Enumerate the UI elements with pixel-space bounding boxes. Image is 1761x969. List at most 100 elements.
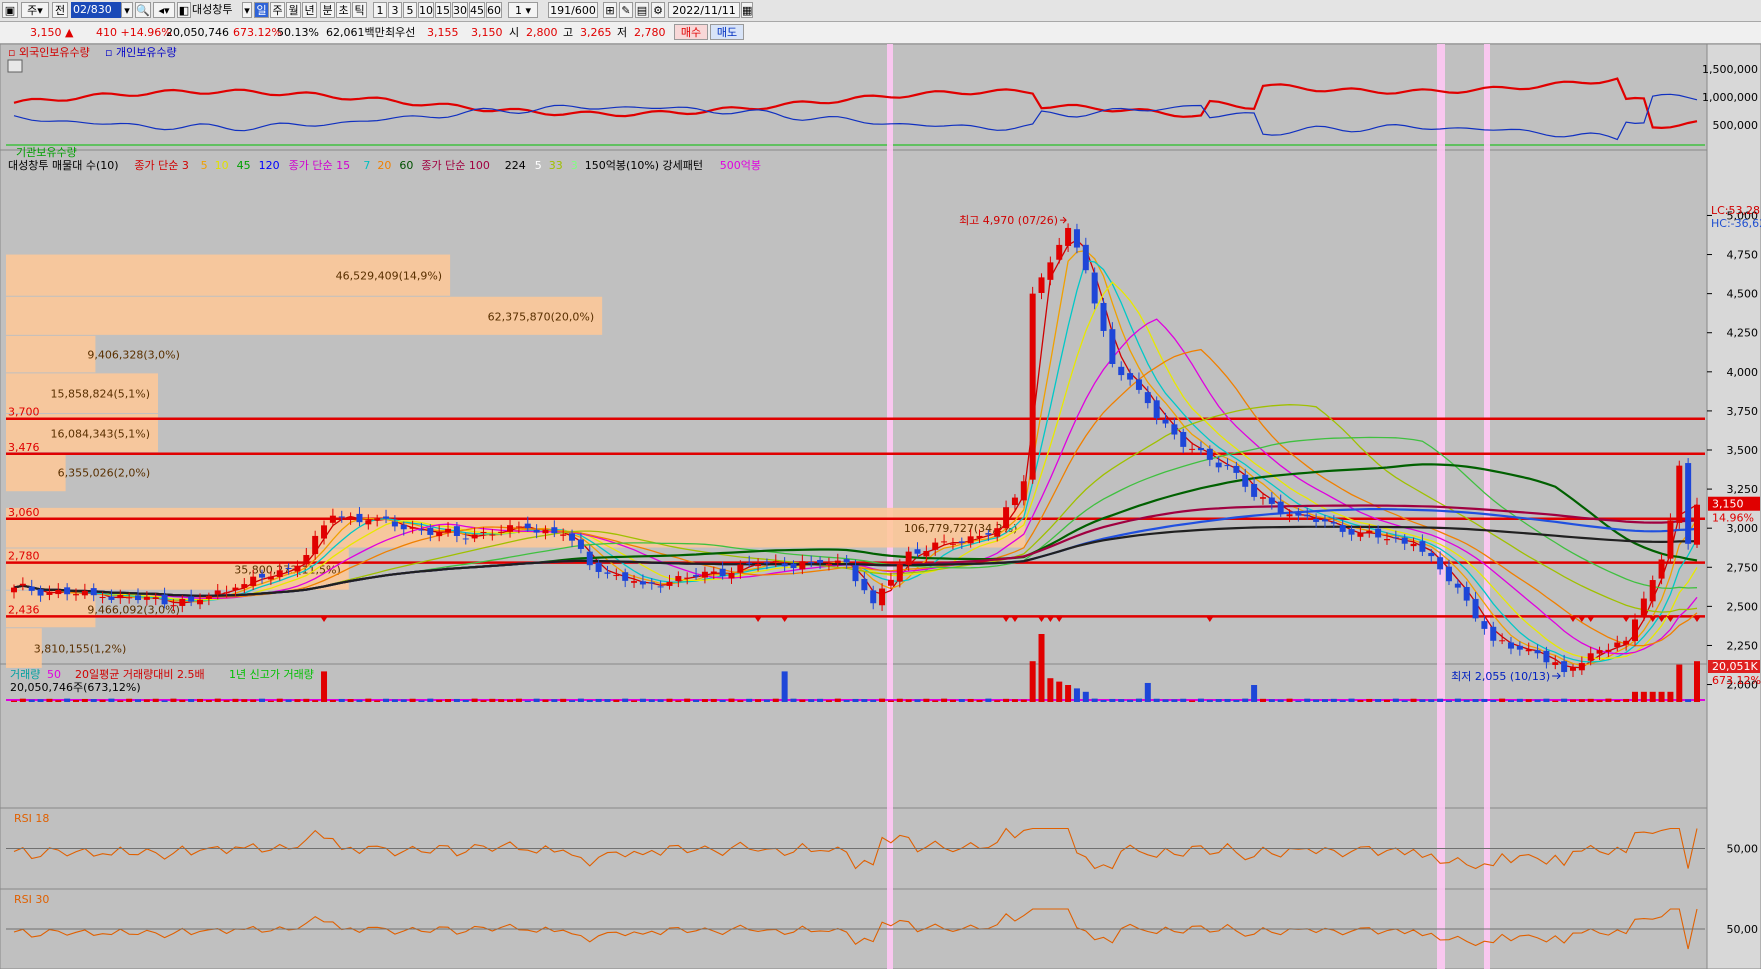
volume-bar — [250, 699, 257, 702]
candle-body — [1180, 431, 1187, 447]
volume-bar — [1065, 685, 1072, 702]
candle-body — [1552, 662, 1559, 665]
volume-bar — [524, 700, 531, 702]
volume-bar — [542, 699, 549, 702]
search-icon[interactable]: 🔍 — [135, 2, 151, 18]
candle-body — [1676, 465, 1683, 523]
tab-month[interactable]: 월 — [286, 2, 301, 18]
tab-second[interactable]: 초 — [336, 2, 351, 18]
chart-menu-icon[interactable]: ▣ — [2, 2, 18, 18]
volume-profile-label: 9,406,328(3,0%) — [87, 349, 180, 362]
interval-30[interactable]: 30 — [452, 2, 468, 18]
tab-minute[interactable]: 분 — [320, 2, 335, 18]
speaker-icon[interactable]: ◂▾ — [153, 2, 175, 18]
volume-bar — [1481, 698, 1488, 702]
candle-body — [932, 542, 939, 550]
draw-icon[interactable]: ✎ — [619, 2, 633, 18]
volume-bar — [1100, 699, 1107, 702]
volume-bar — [445, 699, 452, 702]
interval-10[interactable]: 10 — [418, 2, 434, 18]
stock-chart[interactable]: 46,529,409(14,9%) 62,375,870(20,0%) 9,406,… — [0, 44, 1761, 969]
bar-count-input[interactable]: 191/600 — [548, 2, 598, 18]
candle-body — [1516, 645, 1523, 650]
grid-icon[interactable]: ⊞ — [603, 2, 617, 18]
interval-5[interactable]: 5 — [403, 2, 417, 18]
volume-bar — [1251, 685, 1258, 702]
candle-body — [604, 572, 611, 574]
volume-bar — [205, 699, 212, 702]
candle-body — [834, 560, 841, 564]
tab-tick[interactable]: 틱 — [352, 2, 367, 18]
interval-1[interactable]: 1 — [373, 2, 387, 18]
volume-bar — [1578, 699, 1585, 702]
candle-body — [896, 564, 903, 582]
stock-code-input[interactable]: 02/830 — [71, 2, 123, 18]
sell-button[interactable]: 매도 — [710, 24, 744, 40]
volume-bar — [932, 700, 939, 702]
volume-bar — [817, 698, 824, 702]
candle-body — [312, 535, 319, 555]
last-price-tag: 3,150 — [1712, 498, 1744, 511]
volume-bar — [896, 698, 903, 702]
volume-bar — [1596, 700, 1603, 702]
volume-bar — [383, 698, 390, 702]
candle-body — [958, 541, 965, 543]
period-type-select[interactable]: 주▾ — [21, 2, 49, 18]
stock-name-dropdown[interactable]: ▾ — [242, 2, 252, 18]
volume-bar — [241, 699, 248, 702]
price-legend-item: 종가 단순 3 — [134, 159, 188, 172]
volume-bar — [55, 700, 62, 702]
candle-body — [188, 596, 195, 602]
candle-body — [1392, 537, 1399, 539]
candle-body — [1020, 481, 1027, 501]
candle-body — [1605, 649, 1612, 652]
candle-body — [489, 534, 496, 536]
price-change: 410 +14.96% — [96, 26, 172, 39]
price-axis-tick: 3,250 — [1727, 483, 1759, 496]
tab-day[interactable]: 일 — [254, 2, 269, 18]
candle-body — [728, 572, 735, 579]
candle-body — [675, 576, 682, 582]
volume-bar — [976, 699, 983, 702]
volume-bar — [1392, 698, 1399, 702]
candle-body — [1162, 419, 1169, 424]
volume-bar — [1463, 699, 1470, 702]
candle-body — [480, 531, 487, 534]
candle-body — [117, 594, 124, 599]
volume-bar — [303, 698, 310, 702]
price-legend-item: 60 — [399, 159, 413, 172]
tab-year[interactable]: 년 — [302, 2, 317, 18]
candle-body — [923, 550, 930, 557]
candle-body — [329, 515, 336, 523]
tab-week[interactable]: 주 — [270, 2, 285, 18]
date-input[interactable]: 2022/11/11 — [668, 2, 740, 18]
candle-body — [1313, 518, 1320, 522]
volume-bar — [1082, 691, 1089, 702]
rsi-legend: RSI 30 — [14, 893, 49, 906]
interval-15[interactable]: 15 — [435, 2, 451, 18]
candle-body — [1268, 497, 1275, 504]
volume-bar — [374, 700, 381, 702]
candle-body — [73, 594, 80, 596]
candle-body — [595, 562, 602, 572]
gear-icon[interactable]: ⚙ — [651, 2, 665, 18]
calendar-icon[interactable]: ▦ — [741, 2, 753, 18]
interval-3[interactable]: 3 — [388, 2, 402, 18]
candle-body — [1428, 552, 1435, 557]
multiplier-select[interactable]: 1 ▾ — [508, 2, 538, 18]
chevron-down-icon[interactable]: ▾ — [121, 2, 133, 18]
candle-body — [1065, 227, 1072, 246]
prev-button[interactable]: 전 — [52, 2, 68, 18]
trade-amount: 62,061백만 — [326, 26, 385, 39]
volume-bar — [1215, 699, 1222, 702]
candle-body — [1640, 598, 1647, 618]
interval-45[interactable]: 45 — [469, 2, 485, 18]
candle-body — [1614, 642, 1621, 648]
favorite-icon[interactable]: ◧ — [177, 2, 191, 18]
candle-body — [1375, 528, 1382, 538]
interval-60[interactable]: 60 — [486, 2, 502, 18]
candle-body — [772, 561, 779, 563]
candle-body — [586, 551, 593, 566]
buy-button[interactable]: 매수 — [674, 24, 708, 40]
save-icon[interactable]: ▤ — [635, 2, 649, 18]
